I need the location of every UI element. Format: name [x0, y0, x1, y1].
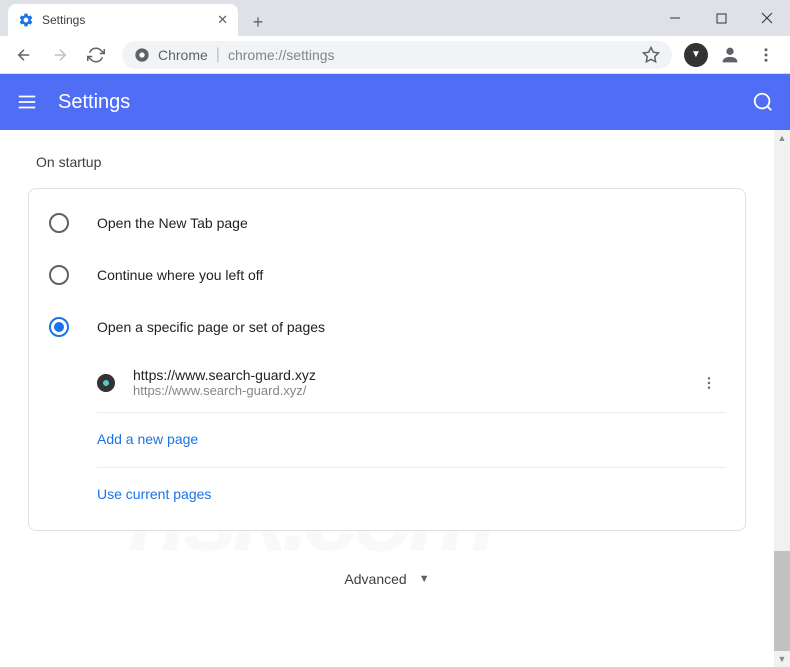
- scrollbar[interactable]: ▲ ▼: [774, 130, 790, 667]
- minimize-button[interactable]: [652, 0, 698, 36]
- search-icon[interactable]: [752, 91, 774, 113]
- page-display-url: https://www.search-guard.xyz: [133, 367, 675, 383]
- radio-label: Continue where you left off: [97, 267, 263, 283]
- new-tab-button[interactable]: +: [244, 8, 272, 36]
- chrome-icon: [134, 47, 150, 63]
- kebab-menu-button[interactable]: [750, 39, 782, 71]
- address-bar[interactable]: Chrome | chrome://settings: [122, 41, 672, 69]
- page-full-url: https://www.search-guard.xyz/: [133, 383, 675, 398]
- radio-option-newtab[interactable]: Open the New Tab page: [29, 197, 745, 249]
- maximize-button[interactable]: [698, 0, 744, 36]
- page-more-button[interactable]: [693, 375, 725, 391]
- startup-card: Open the New Tab page Continue where you…: [28, 188, 746, 531]
- reload-button[interactable]: [80, 39, 112, 71]
- settings-gear-icon: [18, 12, 34, 28]
- tab-title: Settings: [42, 13, 209, 27]
- bookmark-star-icon[interactable]: [642, 46, 660, 64]
- hamburger-menu-icon[interactable]: [16, 91, 38, 113]
- advanced-label: Advanced: [344, 571, 406, 587]
- addr-scheme: Chrome: [158, 47, 208, 63]
- radio-option-continue[interactable]: Continue where you left off: [29, 249, 745, 301]
- radio-label: Open the New Tab page: [97, 215, 248, 231]
- use-current-label: Use current pages: [97, 486, 211, 502]
- scroll-down-icon[interactable]: ▼: [774, 651, 790, 667]
- addr-divider: |: [216, 46, 220, 64]
- scroll-up-icon[interactable]: ▲: [774, 130, 790, 146]
- radio-label: Open a specific page or set of pages: [97, 319, 325, 335]
- section-title: On startup: [28, 154, 746, 170]
- add-page-button[interactable]: Add a new page: [97, 413, 725, 468]
- radio-icon: [49, 265, 69, 285]
- scroll-thumb[interactable]: [774, 551, 790, 651]
- addr-url: chrome://settings: [228, 47, 335, 63]
- browser-tab[interactable]: Settings ✕: [8, 4, 238, 36]
- profile-avatar-icon[interactable]: [718, 43, 742, 67]
- page-favicon-icon: [97, 374, 115, 392]
- close-window-button[interactable]: [744, 0, 790, 36]
- browser-toolbar: Chrome | chrome://settings ▼: [0, 36, 790, 74]
- use-current-button[interactable]: Use current pages: [97, 468, 725, 522]
- chevron-down-icon: ▼: [419, 573, 430, 585]
- back-button[interactable]: [8, 39, 40, 71]
- settings-header: Settings: [0, 74, 790, 130]
- radio-icon: [49, 317, 69, 337]
- radio-icon: [49, 213, 69, 233]
- startup-page-row: https://www.search-guard.xyz https://www…: [97, 353, 725, 413]
- page-title: Settings: [58, 91, 732, 114]
- forward-button[interactable]: [44, 39, 76, 71]
- settings-content: PC risk.com On startup Open the New Tab …: [0, 130, 774, 667]
- advanced-toggle[interactable]: Advanced ▼: [28, 555, 746, 603]
- extension-icon[interactable]: ▼: [684, 43, 708, 67]
- add-page-label: Add a new page: [97, 431, 198, 447]
- radio-option-specific[interactable]: Open a specific page or set of pages: [29, 301, 745, 353]
- tab-close-button[interactable]: ✕: [217, 12, 228, 28]
